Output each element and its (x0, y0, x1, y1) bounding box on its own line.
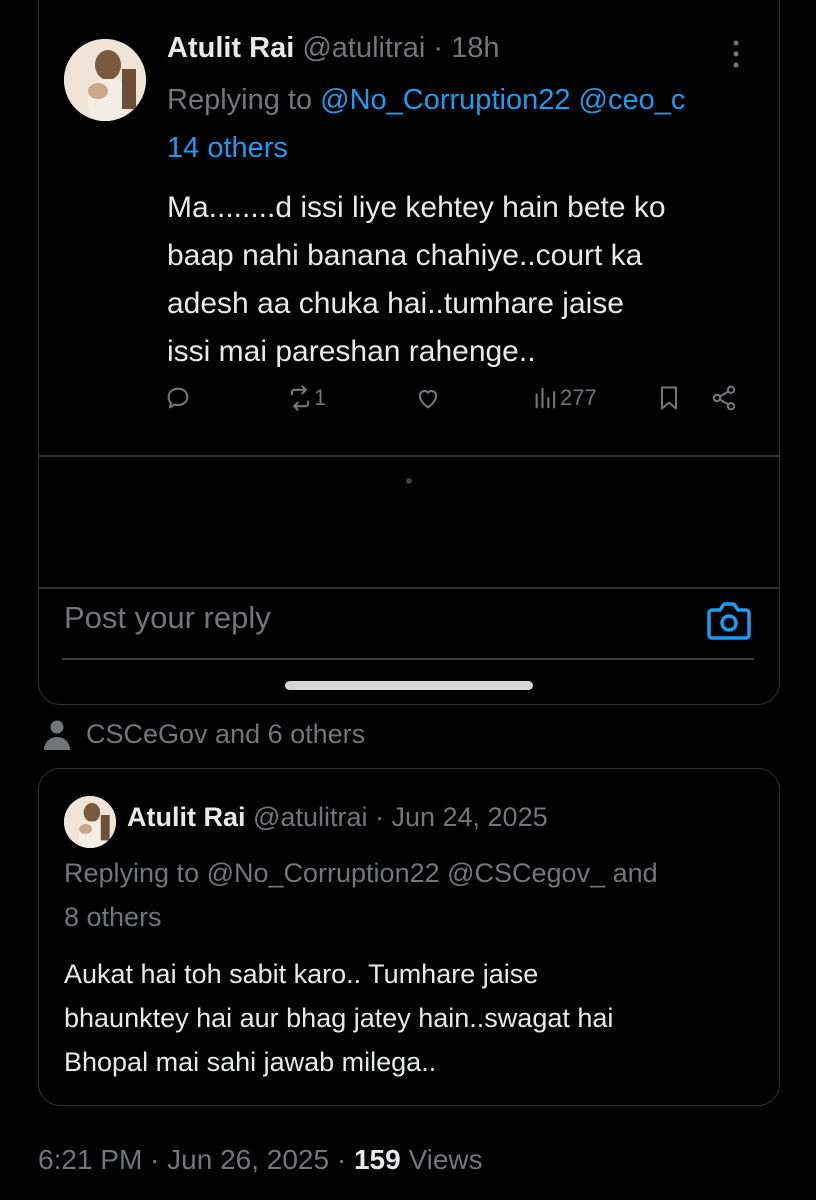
author-name[interactable]: Atulit Rai (167, 32, 294, 64)
bookmark-icon (660, 386, 678, 410)
author-handle[interactable]: @atulitrai (302, 32, 425, 64)
replying-to-line: Replying to @No_Corruption22 @ceo_c (167, 84, 779, 117)
tweet-text-line: issi mai pareshan rahenge.. (167, 335, 536, 368)
tweet-text-line: Ma........d issi liye kehtey hain bete k… (167, 191, 666, 224)
avatar-photo-icon (64, 39, 146, 121)
tweet-text-line: baap nahi banana chahiye..court ka (167, 239, 643, 272)
social-context-text: CSCeGov and 6 others (86, 718, 366, 749)
retweet-count: 1 (314, 385, 327, 410)
tweet-text: Ma........d issi liye kehtey hain bete k… (167, 184, 767, 376)
reply-tweet-header: Atulit Rai @atulitrai · 18h (167, 32, 499, 65)
quoted-tweet-date: Jun 24, 2025 (391, 802, 548, 832)
views-count[interactable]: 159 (354, 1144, 401, 1175)
share-button[interactable] (710, 384, 738, 412)
like-button[interactable] (414, 384, 442, 412)
post-meta: 6:21 PM · Jun 26, 2025 · 159 Views (38, 1144, 483, 1176)
tweet-text-line: adesh aa chuka hai..tumhare jaise (167, 287, 624, 320)
quoted-replying-others: 8 others (64, 902, 162, 932)
bookmark-button[interactable] (655, 384, 683, 412)
social-context[interactable]: CSCeGov and 6 others (42, 718, 365, 750)
retweet-button[interactable]: 1 (286, 384, 326, 412)
mention-no-corruption[interactable]: @No_Corruption22 (320, 84, 570, 116)
quoted-replying-line: Replying to @No_Corruption22 @CSCegov_ a… (64, 858, 658, 888)
divider (38, 587, 780, 589)
replying-prefix: Replying to (167, 84, 321, 116)
quoted-text-line: bhaunktey hai aur bhag jatey hain..swaga… (64, 1003, 614, 1033)
views-label: Views (400, 1144, 483, 1175)
quoted-text-line: Aukat hai toh sabit karo.. Tumhare jaise (64, 959, 539, 989)
views-button[interactable]: 277 (532, 384, 597, 412)
view-count: 277 (560, 385, 597, 410)
person-icon (44, 720, 70, 750)
post-timestamp[interactable]: 6:21 PM · Jun 26, 2025 · (38, 1144, 354, 1175)
quoted-author-avatar[interactable] (64, 796, 116, 848)
quoted-author-name: Atulit Rai (127, 802, 246, 832)
quoted-header-separator: · (367, 802, 392, 832)
quoted-tweet-header: Atulit Rai @atulitrai · Jun 24, 2025 (127, 802, 548, 833)
tweet-time[interactable]: 18h (451, 32, 499, 64)
reply-icon (167, 387, 189, 409)
share-icon (712, 385, 736, 411)
quoted-text-line: Bhopal mai sahi jawab milega.. (64, 1047, 437, 1077)
reply-button[interactable] (164, 384, 192, 412)
retweet-icon (290, 385, 310, 411)
quoted-author-handle: @atulitrai (253, 802, 368, 832)
quoted-tweet-text: Aukat hai toh sabit karo.. Tumhare jaise… (64, 952, 613, 1084)
like-icon (418, 390, 438, 409)
author-avatar[interactable] (64, 39, 146, 121)
loading-dot (406, 478, 412, 484)
replying-others-link[interactable]: 14 others (167, 132, 288, 165)
tweet-actions: 1 277 (0, 384, 816, 418)
header-separator: · (425, 32, 452, 64)
divider (38, 455, 780, 457)
home-indicator (285, 681, 533, 690)
reply-input-underline (62, 658, 754, 660)
camera-icon[interactable] (706, 600, 752, 642)
reply-input[interactable]: Post your reply (64, 600, 271, 636)
mention-ceo[interactable]: @ceo_c (579, 84, 686, 116)
views-icon (535, 387, 556, 409)
avatar-photo-icon (64, 796, 116, 848)
more-vertical-icon[interactable] (728, 38, 744, 70)
